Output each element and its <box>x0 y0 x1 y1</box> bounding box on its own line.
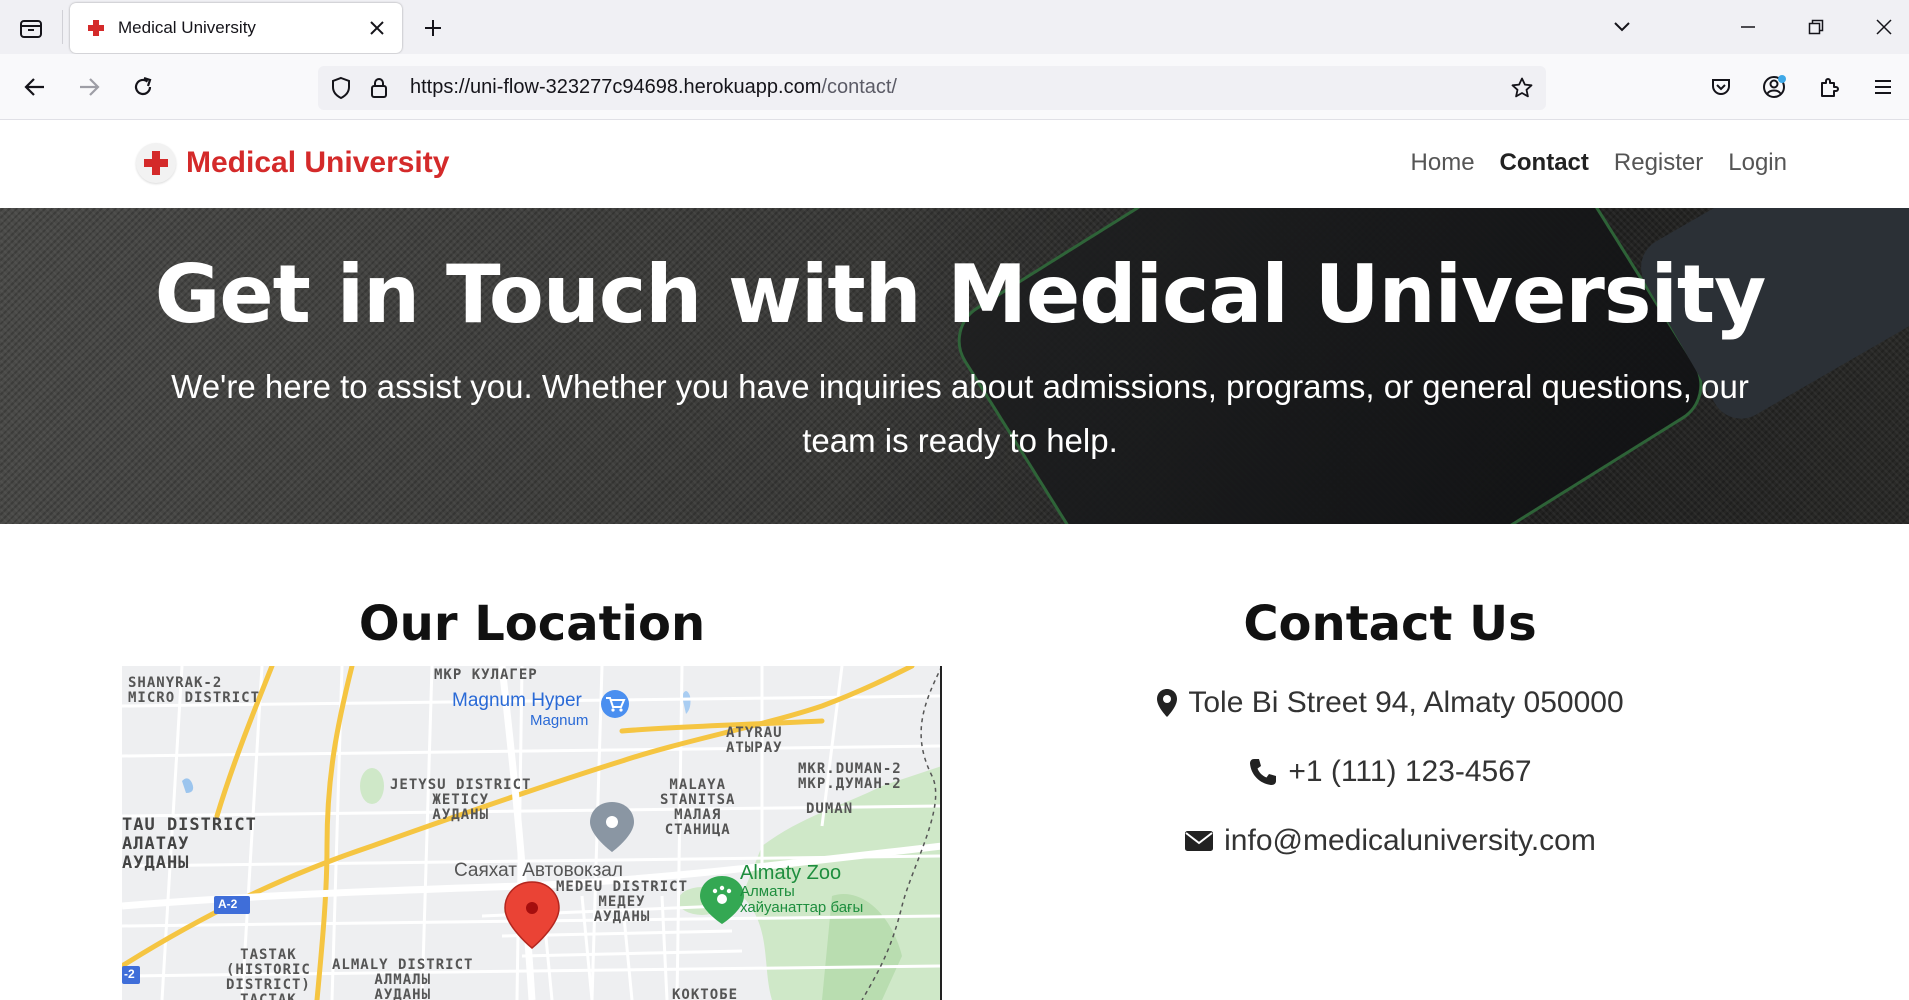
map-label-magnum-sub: Magnum <box>530 712 589 729</box>
map-road-a2-edge: -2 <box>124 967 135 981</box>
map-location-pin[interactable] <box>504 881 560 949</box>
map-label-shanyrak: SHANYRAK-2 MICRO DISTRICT <box>128 675 261 706</box>
tab-separator <box>62 10 63 44</box>
reload-icon[interactable] <box>124 68 162 106</box>
close-window-icon[interactable] <box>1862 8 1906 46</box>
restore-icon[interactable] <box>1794 8 1838 46</box>
map-label-malaya: MALAYA STANITSA МАЛАЯ СТАНИЦА <box>660 777 736 838</box>
tab-manager-icon[interactable] <box>12 14 50 42</box>
nav-contact[interactable]: Contact <box>1500 149 1589 177</box>
site-header: Medical University Home Contact Register… <box>0 121 1909 208</box>
map-label-kulager: МКР КУЛАГЕР <box>434 667 538 683</box>
url-path: /contact/ <box>821 76 897 98</box>
forward-arrow-icon[interactable] <box>70 68 108 106</box>
contact-address-row: Tole Bi Street 94, Almaty 050000 <box>980 668 1800 737</box>
browser-nav-bar: https://uni-flow-323277c94698.herokuapp.… <box>0 54 1909 120</box>
nav-login[interactable]: Login <box>1728 149 1787 177</box>
browser-tab[interactable]: Medical University <box>70 3 402 53</box>
map-label-alatau: TAU DISTRICT АЛАТАУ АУДАНЫ <box>122 815 257 873</box>
extensions-icon[interactable] <box>1810 68 1848 106</box>
minimize-icon[interactable] <box>1726 8 1770 46</box>
close-tab-icon[interactable] <box>360 11 394 45</box>
hero-subtitle: We're here to assist you. Whether you ha… <box>171 368 1749 459</box>
map-label-almaly: ALMALY DISTRICT АЛМАЛЫ АУДАНЫ <box>332 957 474 1000</box>
brand-link[interactable]: Medical University <box>136 143 449 183</box>
url-text[interactable]: https://uni-flow-323277c94698.herokuapp.… <box>410 76 897 99</box>
browser-tab-bar: Medical University <box>0 0 1909 54</box>
account-icon[interactable] <box>1756 68 1794 106</box>
contact-email-row: info@medicaluniversity.com <box>980 806 1800 875</box>
map-label-zoo-sub: Алматы хайуанаттар бағы <box>740 883 864 916</box>
lock-icon[interactable] <box>368 76 390 104</box>
contact-title: Contact Us <box>1243 596 1537 652</box>
hero-title: Get in Touch with Medical University <box>154 248 1767 341</box>
site-nav: Home Contact Register Login <box>1411 149 1787 177</box>
shield-icon[interactable] <box>330 76 352 104</box>
brand-name: Medical University <box>186 146 450 179</box>
menu-hamburger-icon[interactable] <box>1864 68 1902 106</box>
map-marker-icon <box>1156 688 1178 718</box>
map-label-tastak: TASTAK (HISTORIC DISTRICT) ТАСТАК <box>226 947 311 1000</box>
map-label-magnum[interactable]: Magnum Hyper <box>452 690 582 712</box>
new-tab-button[interactable] <box>414 10 452 46</box>
nav-register[interactable]: Register <box>1614 149 1703 177</box>
contact-list: Tole Bi Street 94, Almaty 050000 +1 (111… <box>980 668 1800 875</box>
location-title: Our Location <box>358 596 706 652</box>
phone-icon <box>1248 757 1278 787</box>
nav-home[interactable]: Home <box>1411 149 1475 177</box>
red-cross-logo-icon <box>136 143 176 183</box>
tab-list-chevron-icon[interactable] <box>1600 8 1644 46</box>
contact-address: Tole Bi Street 94, Almaty 050000 <box>1188 685 1624 719</box>
url-host: https://uni-flow-323277c94698.herokuapp.… <box>410 76 822 98</box>
pocket-icon[interactable] <box>1702 68 1740 106</box>
map-label-duman2: MKR.DUMAN-2 МКР.ДУМАН-2 <box>798 761 902 792</box>
map-label-duman: DUMAN <box>806 801 854 817</box>
address-bar[interactable]: https://uni-flow-323277c94698.herokuapp.… <box>318 66 1546 110</box>
envelope-icon <box>1184 829 1214 853</box>
map-label-medeu: MEDEU DISTRICT МЕДЕУ АУДАНЫ <box>556 879 689 925</box>
map-label-jetysu: JETYSU DISTRICT ЖЕТІСУ АУДАНЫ <box>390 777 532 823</box>
shopping-cart-icon[interactable] <box>601 690 629 718</box>
hero-banner: Get in Touch with Medical University We'… <box>0 208 1909 524</box>
back-arrow-icon[interactable] <box>16 68 54 106</box>
contact-phone[interactable]: +1 (111) 123-4567 <box>1288 755 1531 789</box>
bookmark-star-icon[interactable] <box>1510 76 1534 104</box>
contact-email[interactable]: info@medicaluniversity.com <box>1224 824 1596 858</box>
tab-title: Medical University <box>118 18 256 37</box>
map-label-atyrau: ATYRAU АТЫРАУ <box>726 725 783 756</box>
location-map[interactable]: SHANYRAK-2 MICRO DISTRICT МКР КУЛАГЕР Ma… <box>122 666 942 1000</box>
red-cross-icon <box>86 18 106 38</box>
map-label-zoo[interactable]: Almaty Zoo <box>740 862 841 885</box>
map-label-koktobe: КОКТОБЕ <box>672 987 739 1000</box>
contact-phone-row: +1 (111) 123-4567 <box>980 737 1800 806</box>
zoo-paw-icon[interactable] <box>700 876 744 924</box>
map-road-a2: A-2 <box>218 897 238 911</box>
